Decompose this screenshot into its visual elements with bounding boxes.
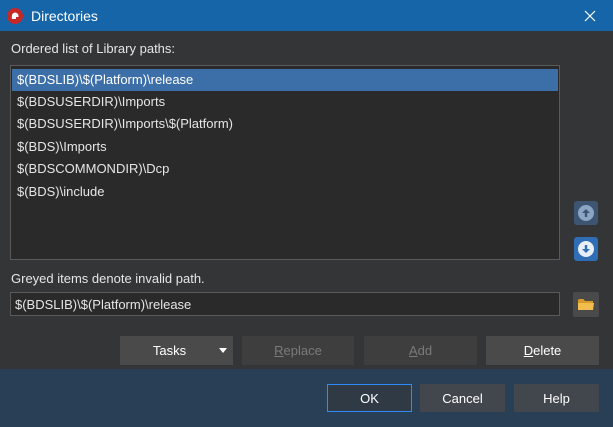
list-item[interactable]: $(BDS)\Imports [12,136,558,158]
help-label: Help [543,390,570,406]
chevron-down-icon [219,348,227,353]
list-item[interactable]: $(BDSUSERDIR)\Imports [12,91,558,113]
window-title: Directories [31,7,98,24]
list-item[interactable]: $(BDS)\include [12,181,558,203]
move-up-button[interactable] [574,201,598,225]
cancel-button[interactable]: Cancel [420,384,505,412]
delphi-helmet-icon [7,7,23,24]
replace-label: Replace [274,343,322,358]
tasks-label: Tasks [152,343,187,358]
list-item[interactable]: $(BDSCOMMONDIR)\Dcp [12,158,558,180]
arrow-down-icon [578,241,594,257]
ok-label: OK [360,390,379,406]
folder-icon [578,299,594,310]
path-input[interactable] [10,292,560,316]
tasks-dropdown-button[interactable]: Tasks [120,336,233,365]
add-label: Add [408,343,433,358]
browse-folder-button[interactable] [573,292,599,317]
list-label: Ordered list of Library paths: [11,41,176,56]
arrow-up-icon [578,205,594,221]
ok-button[interactable]: OK [327,384,412,412]
help-button[interactable]: Help [514,384,599,412]
add-button[interactable]: Add [364,336,477,365]
invalid-path-hint: Greyed items denote invalid path. [11,271,205,286]
list-item[interactable]: $(BDSUSERDIR)\Imports\$(Platform) [12,113,558,135]
move-down-button[interactable] [574,237,598,261]
replace-button[interactable]: Replace [242,336,354,365]
close-icon [584,10,596,21]
delete-label: Delete [523,343,562,358]
close-button[interactable] [567,0,613,31]
cancel-label: Cancel [442,390,483,406]
library-paths-list[interactable]: $(BDSLIB)\$(Platform)\release $(BDSUSERD… [10,65,560,260]
delete-button[interactable]: Delete [486,336,599,365]
list-item[interactable]: $(BDSLIB)\$(Platform)\release [12,69,558,91]
title-bar: Directories [0,0,613,31]
